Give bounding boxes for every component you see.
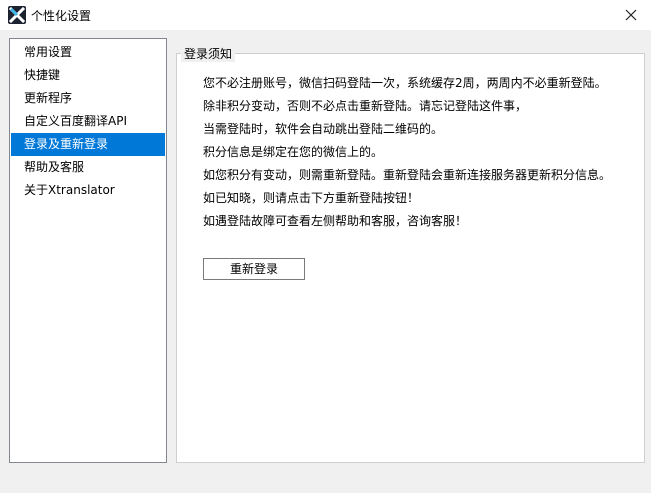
relogin-button[interactable]: 重新登录: [203, 258, 305, 280]
settings-category-list[interactable]: 常用设置 快捷键 更新程序 自定义百度翻译API 登录及重新登录 帮助及客服 关…: [9, 38, 167, 463]
sidebar-item-hotkeys[interactable]: 快捷键: [11, 64, 165, 87]
login-notice-text: 您不必注册账号，微信扫码登陆一次，系统缓存2周，两周内不必重新登陆。 除非积分变…: [203, 72, 633, 233]
notice-line: 当需登陆时，软件会自动跳出登陆二维码的。: [203, 122, 444, 136]
settings-window: 个性化设置 常用设置 快捷键 更新程序 自定义百度翻译API 登录及重新登录 帮…: [0, 0, 651, 493]
close-icon: [625, 9, 637, 21]
notice-line: 如您积分有变动，则需重新登陆。重新登陆会重新连接服务器更新积分信息。: [203, 168, 612, 182]
xtranslator-logo-icon: [8, 6, 26, 24]
sidebar-item-common-settings[interactable]: 常用设置: [11, 41, 165, 64]
notice-line: 如已知晓，则请点击下方重新登陆按钮！: [203, 191, 420, 205]
notice-line: 您不必注册账号，微信扫码登陆一次，系统缓存2周，两周内不必重新登陆。: [203, 76, 607, 90]
sidebar-item-login[interactable]: 登录及重新登录: [11, 133, 165, 156]
title-bar: 个性化设置: [0, 0, 651, 30]
group-title: 登录须知: [181, 45, 236, 62]
sidebar-item-baidu-api[interactable]: 自定义百度翻译API: [11, 110, 165, 133]
sidebar-item-update[interactable]: 更新程序: [11, 87, 165, 110]
notice-line: 除非积分变动，否则不必点击重新登陆。请忘记登陆这件事，: [203, 99, 528, 113]
notice-line: 如遇登陆故障可查看左侧帮助和客服，咨询客服！: [203, 214, 468, 228]
close-button[interactable]: [611, 0, 651, 30]
sidebar-item-help[interactable]: 帮助及客服: [11, 156, 165, 179]
notice-line: 积分信息是绑定在您的微信上的。: [203, 145, 384, 159]
window-title: 个性化设置: [31, 9, 92, 23]
sidebar-item-about[interactable]: 关于Xtranslator: [11, 179, 165, 202]
